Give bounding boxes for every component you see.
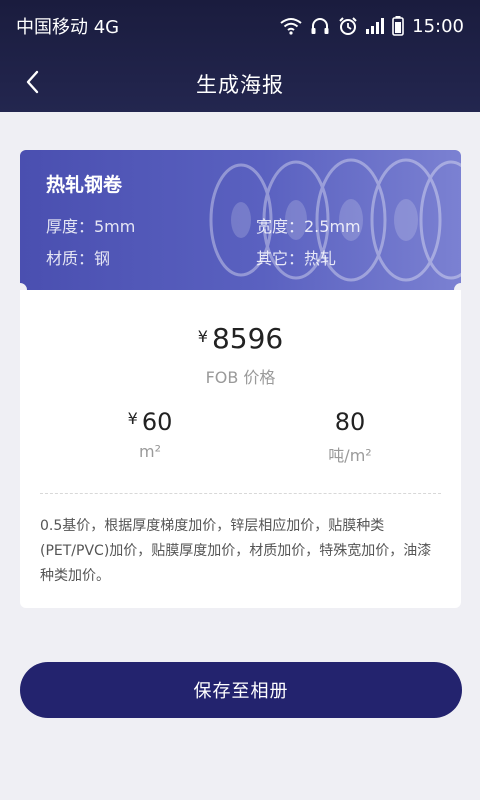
header: 中国移动 4G 15:00 生成海报 (0, 0, 480, 112)
status-icons: 15:00 (280, 16, 464, 37)
battery-icon (392, 16, 404, 36)
metric-unit-price: ¥60 m² (90, 408, 210, 461)
clock-time: 15:00 (412, 15, 464, 37)
spec-other: 其它：热轧 (256, 249, 337, 268)
spec-thickness: 厚度：5mm (46, 217, 136, 236)
signal-icon (366, 18, 385, 34)
product-banner: 热轧钢卷 厚度：5mm 宽度：2.5mm 材质：钢 其它：热轧 (20, 150, 461, 290)
metric-value: 60 (141, 408, 173, 436)
save-to-album-button[interactable]: 保存至相册 (20, 662, 462, 718)
currency-symbol: ¥ (197, 327, 208, 346)
price-display: ¥8596 (20, 322, 461, 355)
wifi-icon (280, 17, 302, 35)
metric-currency: ¥ (127, 409, 138, 428)
price-label: FOB 价格 (205, 368, 276, 387)
pricing-description: 0.5基价，根据厚度梯度加价，锌层相应加价，贴膜种类(PET/PVC)加价，贴膜… (40, 518, 432, 584)
nav-bar: 生成海报 (0, 58, 480, 110)
spec-width: 宽度：2.5mm (256, 217, 361, 236)
price-value: 8596 (211, 322, 284, 355)
chevron-left-icon (25, 70, 39, 98)
spec-material: 材质：钢 (46, 249, 111, 268)
dashed-divider (40, 493, 441, 494)
metric-weight: 80 吨/m² (290, 408, 410, 466)
page-title: 生成海报 (196, 73, 284, 97)
product-name: 热轧钢卷 (46, 174, 123, 196)
metric-unit: m² (139, 442, 161, 461)
metric-unit: 吨/m² (328, 446, 372, 465)
carrier-label: 中国移动 4G (16, 17, 120, 38)
metric-value: 80 (334, 408, 366, 436)
alarm-icon (338, 16, 358, 36)
headphones-icon (310, 17, 330, 35)
price-card: ¥8596 FOB 价格 ¥60 m² 80 吨/m² 0.5基价，根据厚度梯度… (20, 290, 461, 608)
status-bar: 中国移动 4G 15:00 (0, 0, 480, 52)
back-button[interactable] (12, 62, 52, 106)
